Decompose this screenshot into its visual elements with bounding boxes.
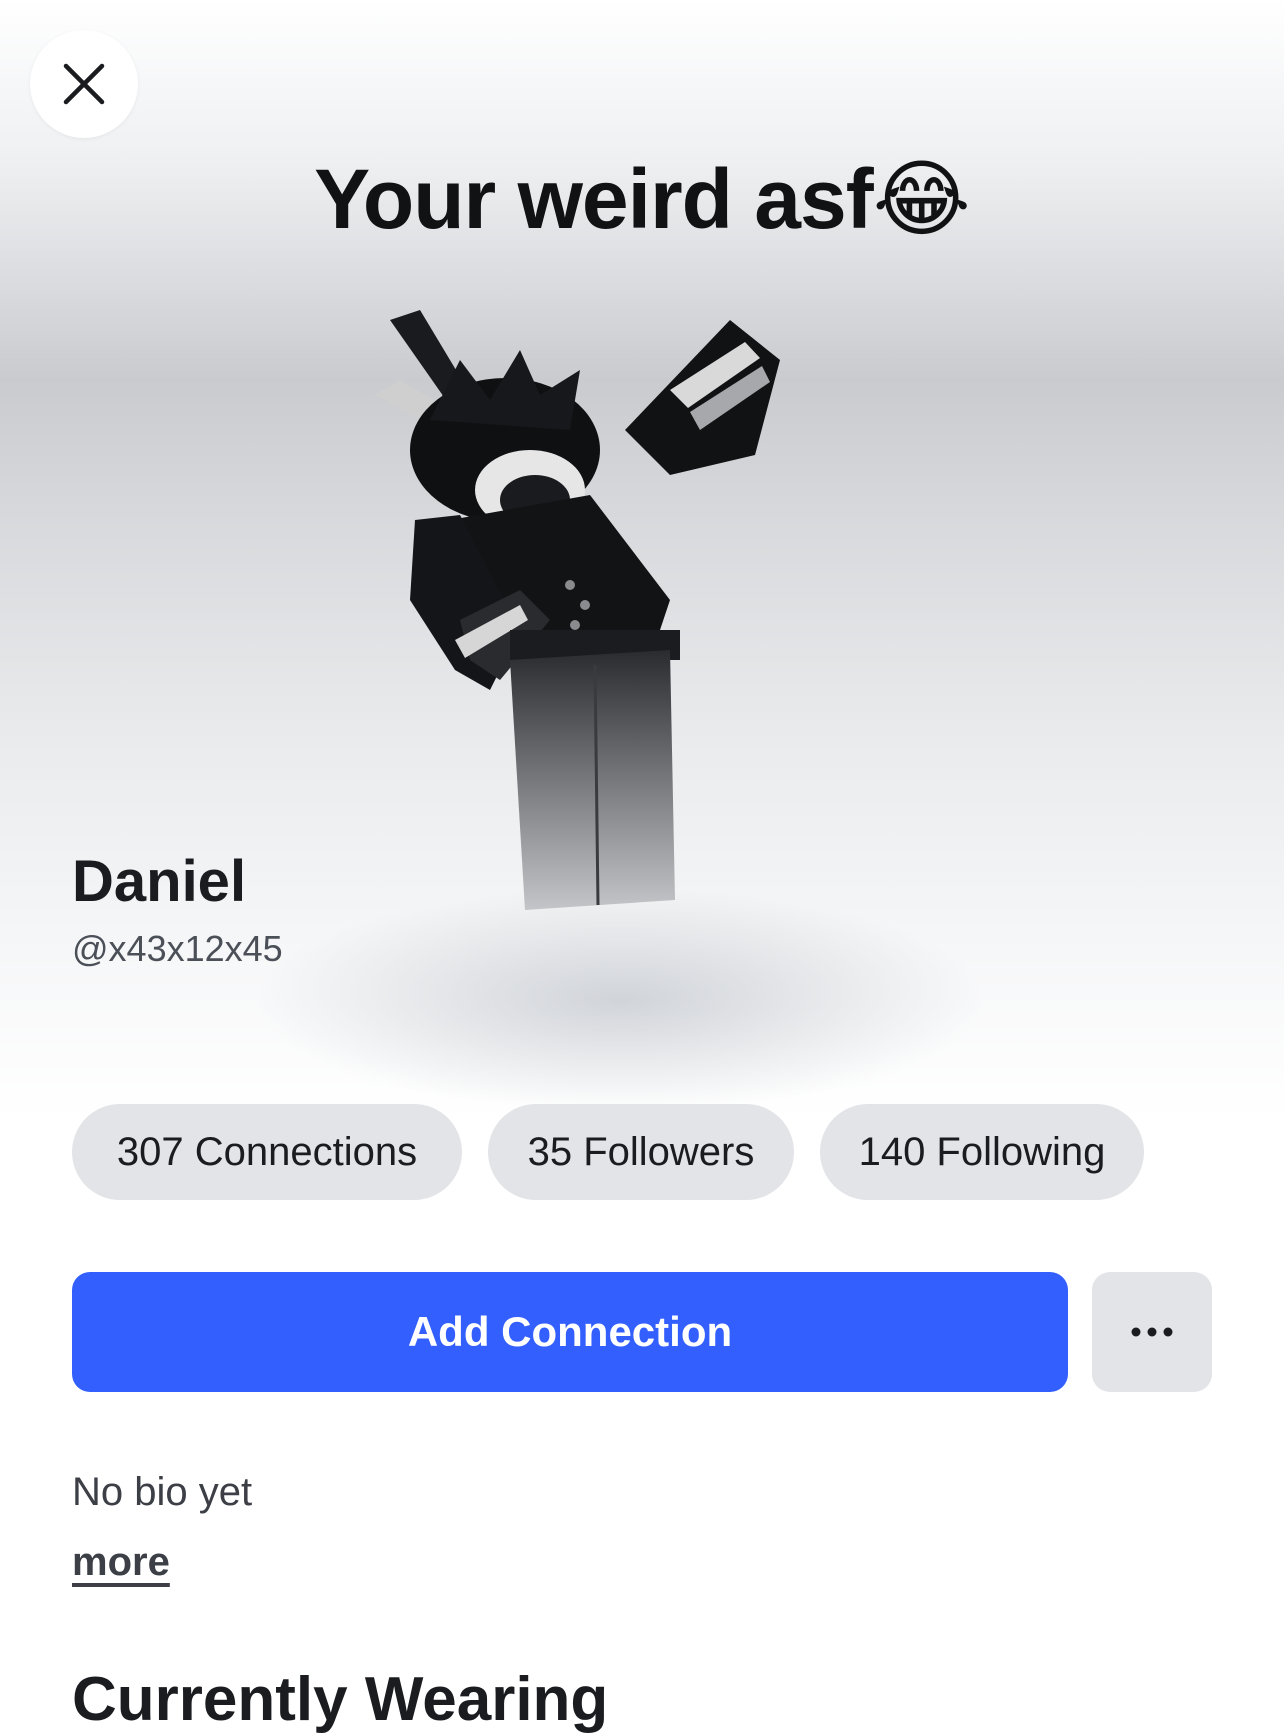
connections-label: 307 Connections: [116, 1129, 418, 1174]
profile-status: Your weird asf😂: [314, 152, 971, 246]
username: @x43x12x45: [72, 928, 283, 969]
currently-wearing-title: Currently Wearing: [72, 1665, 609, 1734]
bio-more-link[interactable]: more: [72, 1540, 170, 1585]
followers-label: 35 Followers: [527, 1129, 755, 1174]
ellipsis-icon: [1131, 1327, 1173, 1337]
followers-count-button[interactable]: 35 Followers: [488, 1104, 794, 1200]
more-options-button[interactable]: [1092, 1272, 1212, 1392]
bio-text: No bio yet: [72, 1470, 253, 1514]
close-icon: [63, 63, 105, 105]
add-connection-label: Add Connection: [407, 1308, 733, 1355]
connections-count-button[interactable]: 307 Connections: [72, 1104, 462, 1200]
add-connection-button[interactable]: Add Connection: [72, 1272, 1068, 1392]
display-name: Daniel: [72, 849, 247, 914]
following-count-button[interactable]: 140 Following: [820, 1104, 1144, 1200]
close-button[interactable]: [30, 30, 138, 138]
avatar-image[interactable]: [370, 300, 830, 1000]
following-label: 140 Following: [858, 1129, 1106, 1174]
